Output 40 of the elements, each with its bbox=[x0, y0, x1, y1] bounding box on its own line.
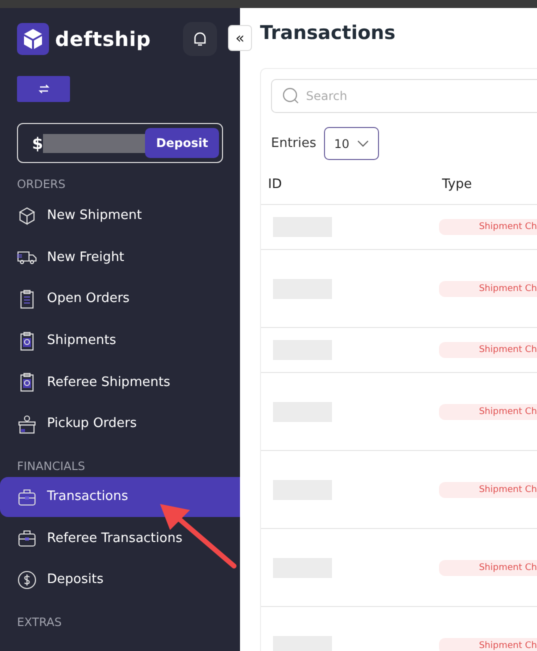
section-heading: FINANCIALS bbox=[17, 458, 86, 473]
sidebar-item[interactable]: Open Orders bbox=[0, 278, 240, 320]
type-badge: Shipment Ch bbox=[438, 219, 537, 235]
sidebar-item[interactable]: New Shipment bbox=[0, 195, 240, 237]
gift-icon bbox=[17, 414, 37, 434]
entries-dropdown[interactable]: 10 bbox=[324, 127, 380, 160]
type-badge: Shipment Ch bbox=[438, 638, 537, 651]
sidebar-item[interactable]: Transactions bbox=[0, 476, 240, 517]
briefcase-icon bbox=[17, 528, 37, 548]
sidebar-item[interactable]: Referee Transactions bbox=[0, 518, 240, 560]
sidebar-item[interactable]: Deposits bbox=[0, 559, 240, 601]
box-icon bbox=[17, 206, 37, 226]
brand-name: deftship bbox=[55, 27, 152, 51]
type-badge: Shipment Ch bbox=[438, 404, 537, 420]
search-field[interactable]: Search bbox=[271, 79, 537, 113]
entries-label: Entries bbox=[271, 136, 316, 151]
sidebar-item[interactable]: Pickup Orders bbox=[0, 402, 240, 445]
sidebar-item[interactable]: New Freight bbox=[0, 236, 240, 278]
switch-button[interactable] bbox=[17, 76, 70, 102]
deposit-button[interactable]: Deposit bbox=[145, 128, 220, 158]
type-badge: Shipment Ch bbox=[438, 560, 537, 576]
section-heading: EXTRAS bbox=[17, 614, 63, 629]
sidebar-item[interactable]: Shipments bbox=[0, 320, 240, 362]
column-header: ID bbox=[267, 176, 283, 192]
chevron-down-icon bbox=[357, 140, 370, 148]
dollar-icon bbox=[17, 570, 37, 590]
swap-arrows-icon bbox=[38, 83, 50, 95]
search-icon bbox=[282, 87, 300, 105]
currency-symbol: $ bbox=[32, 134, 44, 152]
type-badge: Shipment Ch bbox=[438, 342, 537, 358]
section-heading: ORDERS bbox=[17, 177, 66, 191]
column-header: Type bbox=[442, 176, 472, 192]
sidebar-item[interactable]: Referee Shipments bbox=[0, 361, 240, 403]
collapse-sidebar-button[interactable]: « bbox=[228, 25, 252, 51]
logo-cube-icon bbox=[17, 23, 49, 55]
type-badge: Shipment Ch bbox=[438, 280, 537, 296]
briefcase-icon bbox=[17, 486, 37, 507]
page-title: Transactions bbox=[260, 22, 396, 46]
type-badge: Shipment Ch bbox=[438, 482, 537, 498]
notification-button[interactable] bbox=[183, 22, 217, 56]
